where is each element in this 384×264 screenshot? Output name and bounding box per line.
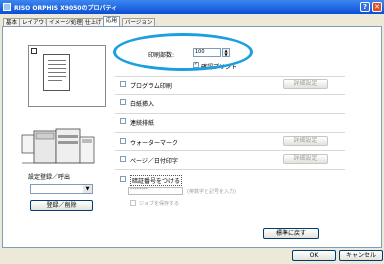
page-date-detail-button[interactable]: 詳細設定 — [283, 154, 328, 164]
pin-hint: (英数字と記号を入力) — [187, 189, 236, 195]
chevron-down-icon[interactable]: ▼ — [83, 185, 92, 193]
divider — [115, 132, 345, 133]
preset-label: 設定登録／呼出 — [28, 174, 71, 181]
watermark-detail-button[interactable]: 詳細設定 — [283, 136, 328, 146]
divider — [115, 169, 345, 170]
divider — [115, 94, 345, 95]
printer-machine-icon — [21, 128, 95, 164]
ok-button[interactable]: OK — [292, 250, 336, 261]
save-job-label: ジョブを保存する — [139, 201, 180, 207]
save-job-checkbox[interactable] — [130, 200, 136, 206]
cancel-button[interactable]: キャンセル — [339, 250, 383, 261]
page-preview — [28, 45, 106, 107]
program-print-detail-button[interactable]: 詳細設定 — [283, 79, 328, 89]
pin-input[interactable]: ******** — [128, 187, 183, 195]
program-print-label: プログラム印刷 — [130, 83, 172, 90]
continuous-output-checkbox[interactable] — [120, 118, 126, 124]
register-delete-button[interactable]: 登録／削除 — [30, 200, 93, 211]
page-date-label: ページ／日付印字 — [130, 158, 178, 165]
preset-group: 設定登録／呼出 ▼ 登録／削除 — [28, 172, 101, 220]
watermark-checkbox[interactable] — [120, 138, 126, 144]
title-bar: RISO ORPHIS X9050のプロパティ ? ✕ — [0, 0, 384, 14]
continuous-output-label: 連続排紙 — [130, 120, 155, 127]
preview-tab-icon — [31, 48, 37, 54]
highlight-ellipse — [113, 33, 253, 71]
divider — [115, 113, 345, 114]
page-date-checkbox[interactable] — [120, 156, 126, 162]
printer-properties-window: RISO ORPHIS X9050のプロパティ ? ✕ 基本 レイアウト イメー… — [0, 0, 384, 264]
help-button[interactable]: ? — [360, 2, 370, 12]
divider — [115, 150, 345, 151]
program-print-checkbox[interactable] — [120, 81, 126, 87]
pin-checkbox[interactable] — [120, 176, 126, 182]
blank-sheet-checkbox[interactable] — [120, 99, 126, 105]
preset-combo[interactable]: ▼ — [30, 184, 93, 194]
pin-label: 暗証番号をつける — [130, 175, 183, 186]
preview-page — [43, 54, 70, 91]
blank-sheet-label: 白紙挿入 — [130, 101, 155, 108]
restore-defaults-button[interactable]: 標準に戻す — [263, 228, 319, 239]
printer-icon — [3, 3, 11, 11]
watermark-label: ウォーターマーク — [130, 140, 179, 147]
close-button[interactable]: ✕ — [372, 2, 382, 12]
window-title: RISO ORPHIS X9050のプロパティ — [14, 5, 118, 12]
divider — [115, 76, 345, 77]
